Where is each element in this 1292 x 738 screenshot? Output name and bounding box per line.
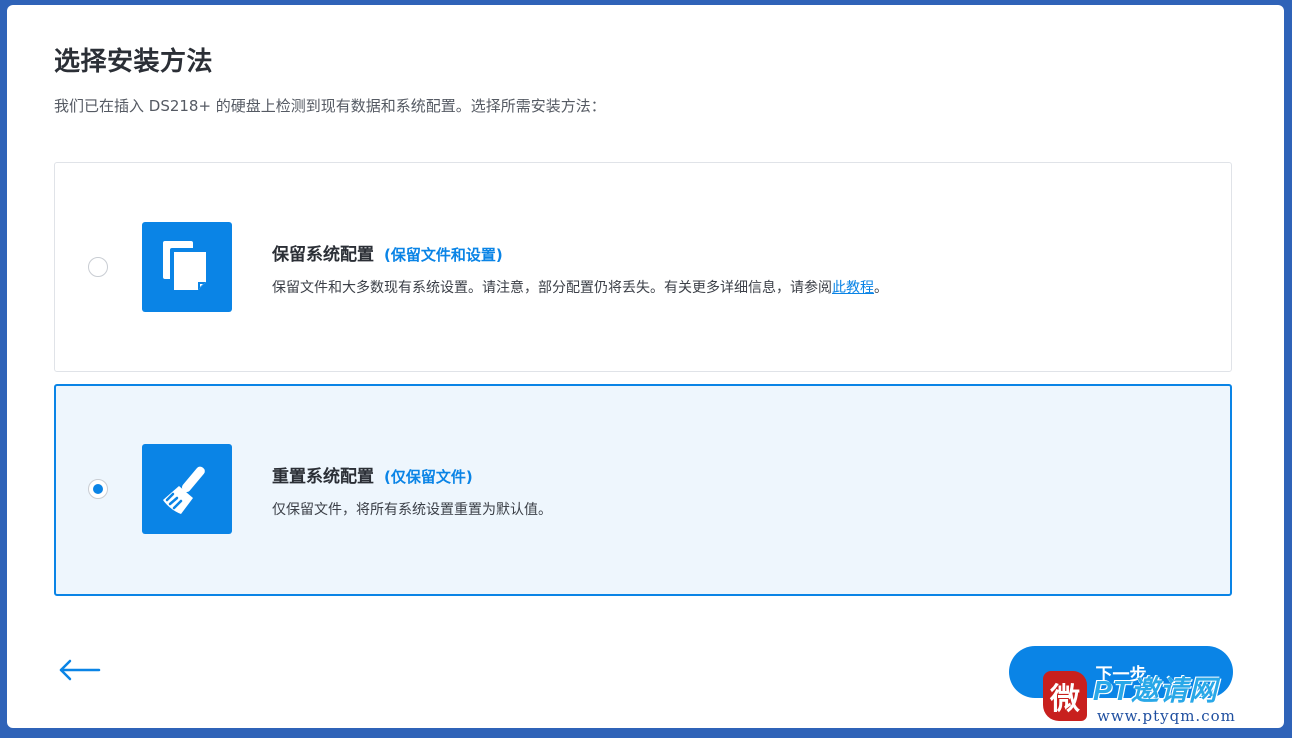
setup-window: 选择安装方法 我们已在插入 DS218+ 的硬盘上检测到现有数据和系统配置。选择… [7, 5, 1284, 728]
option-description-text: 保留文件和大多数现有系统设置。请注意，部分配置仍将丢失。有关更多详细信息，请参阅 [272, 280, 832, 296]
page-title: 选择安装方法 [54, 47, 214, 77]
option-heading: 保留系统配置 (保留文件和设置) [272, 240, 888, 265]
option-description-end: 。 [874, 280, 888, 296]
option-title: 重置系统配置 [272, 467, 374, 487]
radio-keep-config[interactable] [88, 257, 108, 277]
arrow-left-icon [59, 659, 101, 681]
option-reset-config-text: 重置系统配置 (仅保留文件) 仅保留文件，将所有系统设置重置为默认值。 [272, 462, 552, 519]
option-subtitle: (仅保留文件) [384, 468, 473, 486]
option-description: 仅保留文件，将所有系统设置重置为默认值。 [272, 502, 552, 518]
broom-icon [142, 444, 232, 534]
watermark-brand: PT邀请网 [1093, 675, 1218, 706]
option-description: 保留文件和大多数现有系统设置。请注意，部分配置仍将丢失。有关更多详细信息，请参阅… [272, 277, 888, 297]
option-subtitle: (保留文件和设置) [384, 246, 503, 264]
option-keep-config-text: 保留系统配置 (保留文件和设置) 保留文件和大多数现有系统设置。请注意，部分配置仍… [272, 240, 888, 297]
option-title: 保留系统配置 [272, 245, 374, 265]
back-button[interactable] [57, 655, 101, 685]
watermark-url: www.ptyqm.com [1097, 707, 1236, 725]
option-heading: 重置系统配置 (仅保留文件) [272, 462, 552, 487]
watermark-seal: 微 [1043, 671, 1087, 721]
option-reset-config[interactable]: 重置系统配置 (仅保留文件) 仅保留文件，将所有系统设置重置为默认值。 [54, 384, 1232, 596]
watermark: 微 PT邀请网 www.ptyqm.com [1037, 669, 1282, 728]
copy-files-icon [142, 222, 232, 312]
option-keep-config[interactable]: 保留系统配置 (保留文件和设置) 保留文件和大多数现有系统设置。请注意，部分配置仍… [54, 162, 1232, 372]
page-subtitle: 我们已在插入 DS218+ 的硬盘上检测到现有数据和系统配置。选择所需安装方法： [54, 97, 606, 115]
radio-reset-config[interactable] [88, 479, 108, 499]
tutorial-link[interactable]: 此教程 [832, 280, 874, 296]
radio-selected-dot [93, 484, 103, 494]
